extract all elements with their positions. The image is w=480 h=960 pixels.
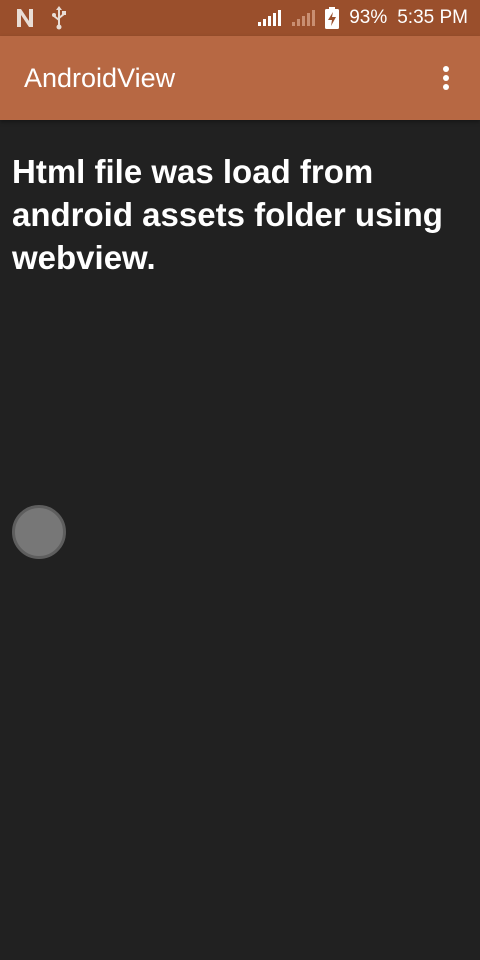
battery-percent: 93% xyxy=(349,7,388,28)
status-right-icons: 93% 5:35 PM xyxy=(257,6,468,30)
overflow-menu-button[interactable] xyxy=(426,62,466,94)
usb-icon xyxy=(50,6,68,30)
n-notification-icon xyxy=(14,7,36,29)
signal-sim1-icon xyxy=(257,9,282,27)
battery-charging-icon xyxy=(325,7,340,29)
signal-sim2-icon xyxy=(291,9,316,27)
floating-circle-button[interactable] xyxy=(12,505,66,559)
more-vertical-icon xyxy=(442,65,450,91)
app-title: AndroidView xyxy=(24,63,176,93)
app-bar: AndroidView xyxy=(0,36,480,120)
status-bar: 93% 5:35 PM xyxy=(0,0,480,36)
page-heading: Html file was load from android assets f… xyxy=(12,153,443,276)
screen: 93% 5:35 PM AndroidView Html file was lo… xyxy=(0,0,480,960)
status-left-icons xyxy=(14,6,68,30)
status-time: 5:35 PM xyxy=(397,7,468,28)
webview-content: Html file was load from android assets f… xyxy=(0,120,480,960)
